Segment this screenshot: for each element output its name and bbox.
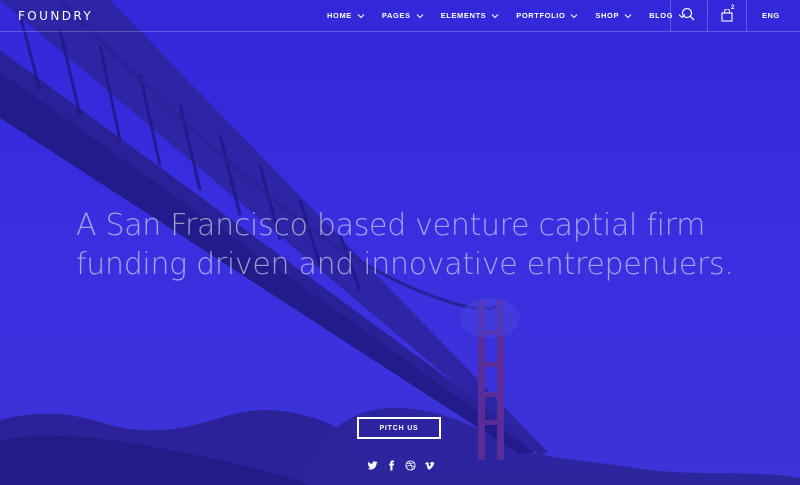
top-navigation-bar: FOUNDRY HOME PAGES ELEMENTS PORTFOLIO SH… — [0, 0, 800, 32]
nav-item-label: HOME — [327, 11, 352, 20]
chevron-down-icon — [624, 13, 632, 18]
twitter-icon[interactable] — [367, 458, 378, 470]
nav-item-label: SHOP — [595, 11, 620, 20]
language-selector[interactable]: ENG — [762, 11, 780, 20]
divider — [670, 0, 671, 31]
nav-item-shop[interactable]: SHOP — [595, 11, 632, 20]
nav-item-home[interactable]: HOME — [327, 11, 365, 20]
logo[interactable]: FOUNDRY — [18, 9, 93, 23]
language-label: ENG — [762, 11, 780, 20]
headline-line-1: A San Francisco based venture captial fi… — [76, 208, 706, 243]
headline-line-2: funding driven and innovative entrepenue… — [76, 247, 734, 282]
nav-item-portfolio[interactable]: PORTFOLIO — [516, 11, 578, 20]
nav-item-pages[interactable]: PAGES — [382, 11, 424, 20]
pitch-us-button[interactable]: PITCH US — [357, 417, 441, 439]
chevron-down-icon — [491, 13, 499, 18]
nav-item-elements[interactable]: ELEMENTS — [441, 11, 500, 20]
hero-headline: A San Francisco based venture captial fi… — [76, 206, 766, 284]
main-menu: HOME PAGES ELEMENTS PORTFOLIO SHOP BLOG — [327, 0, 703, 31]
social-links — [367, 458, 435, 471]
dribbble-icon[interactable] — [405, 458, 416, 471]
nav-item-label: PAGES — [381, 11, 411, 20]
divider — [707, 0, 708, 31]
divider — [746, 0, 747, 31]
nav-item-label: ELEMENTS — [440, 11, 487, 20]
vimeo-icon[interactable] — [424, 458, 435, 470]
facebook-icon[interactable] — [386, 458, 397, 471]
chevron-down-icon — [357, 13, 365, 18]
search-icon[interactable] — [681, 7, 696, 22]
nav-item-label: PORTFOLIO — [516, 11, 566, 20]
chevron-down-icon — [416, 13, 423, 18]
cart-count-badge: 2 — [731, 5, 735, 11]
chevron-down-icon — [571, 13, 578, 18]
